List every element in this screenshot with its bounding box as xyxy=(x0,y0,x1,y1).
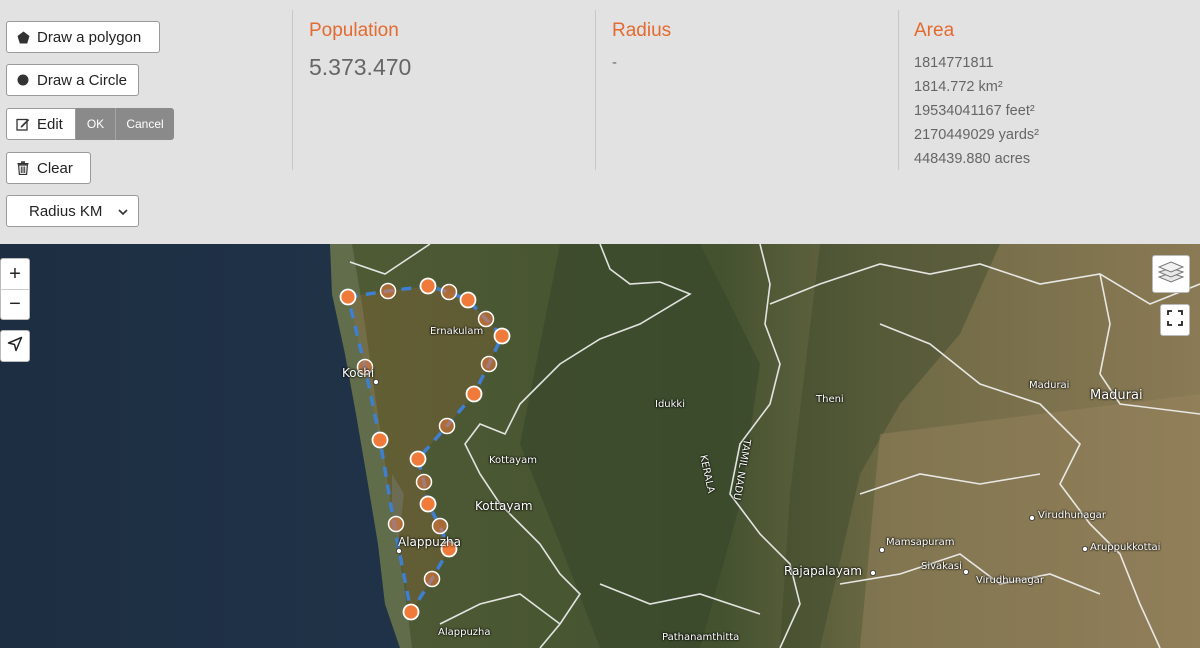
area-title: Area xyxy=(914,20,955,41)
layers-button[interactable] xyxy=(1152,255,1190,293)
drawn-polygon[interactable] xyxy=(0,244,1200,648)
population-title: Population xyxy=(309,20,399,41)
fullscreen-icon xyxy=(1167,309,1183,331)
map-label-mamsapuram: Mamsapuram xyxy=(886,537,955,548)
radius-value: - xyxy=(612,54,617,71)
radius-title: Radius xyxy=(612,20,672,41)
draw-polygon-button[interactable]: Draw a polygon xyxy=(6,21,160,53)
map-label-aruppukkottai: Aruppukkottai xyxy=(1090,542,1161,553)
map-label-madurai-small: Madurai xyxy=(1029,380,1070,391)
vertex-handle[interactable] xyxy=(419,277,437,295)
vertex-handle[interactable] xyxy=(402,603,420,621)
edit-button[interactable]: Edit xyxy=(6,108,76,140)
map-label-kottayam-small: Kottayam xyxy=(489,455,537,466)
area-value-acres: 448439.880 acres xyxy=(914,151,1031,167)
midpoint-handle[interactable] xyxy=(438,417,456,435)
vertex-handle[interactable] xyxy=(465,385,483,403)
draw-circle-label: Draw a Circle xyxy=(37,71,128,89)
divider xyxy=(898,10,899,170)
map-label-alappuzha: Alappuzha xyxy=(398,535,461,549)
midpoint-handle[interactable] xyxy=(477,310,495,328)
area-value: 1814771811 xyxy=(914,55,994,71)
map-label-idukki: Idukki xyxy=(655,399,685,410)
vertex-handle[interactable] xyxy=(419,495,437,513)
midpoint-handle[interactable] xyxy=(480,355,498,373)
zoom-out-button[interactable]: − xyxy=(1,289,29,319)
edit-label: Edit xyxy=(37,115,63,133)
zoom-in-button[interactable]: + xyxy=(1,259,29,289)
location-arrow-icon xyxy=(7,336,23,357)
draw-polygon-label: Draw a polygon xyxy=(37,28,142,46)
edit-icon xyxy=(16,117,30,131)
layers-icon xyxy=(1157,260,1185,289)
vertex-handle[interactable] xyxy=(493,327,511,345)
trash-icon xyxy=(16,161,30,175)
fullscreen-button[interactable] xyxy=(1160,304,1190,336)
map-label-pathanamthitta: Pathanamthitta xyxy=(662,632,740,643)
area-value-yards2: 2170449029 yards² xyxy=(914,127,1039,143)
midpoint-handle[interactable] xyxy=(387,515,405,533)
map[interactable]: Ernakulam Kochi Idukki Theni Madurai Mad… xyxy=(0,244,1200,648)
locate-button[interactable] xyxy=(0,330,30,362)
map-label-rajapalayam: Rajapalayam xyxy=(784,564,862,578)
vertex-handle[interactable] xyxy=(371,431,389,449)
midpoint-handle[interactable] xyxy=(440,283,458,301)
divider xyxy=(292,10,293,170)
control-panel: Draw a polygon Draw a Circle Edit OK Can… xyxy=(0,0,1200,236)
zoom-control: + − xyxy=(0,258,30,320)
population-value: 5.373.470 xyxy=(309,54,412,80)
ok-button[interactable]: OK xyxy=(76,108,115,140)
area-values: 1814771811 1814.772 km² 19534041167 feet… xyxy=(914,51,1039,171)
circle-icon xyxy=(16,73,30,87)
map-label-sivakasi: Sivakasi xyxy=(921,561,962,572)
cancel-button[interactable]: Cancel xyxy=(115,108,174,140)
area-value-feet2: 19534041167 feet² xyxy=(914,103,1035,119)
midpoint-handle[interactable] xyxy=(423,570,441,588)
vertex-handle[interactable] xyxy=(339,288,357,306)
radius-unit-value: Radius KM xyxy=(29,202,103,220)
vertex-handle[interactable] xyxy=(409,450,427,468)
population-stat: Population 5.373.470 xyxy=(309,20,411,81)
vertex-handle[interactable] xyxy=(459,291,477,309)
map-label-alappuzha-small: Alappuzha xyxy=(438,627,491,638)
pentagon-icon xyxy=(16,30,30,44)
clear-button[interactable]: Clear xyxy=(6,152,91,184)
clear-label: Clear xyxy=(37,159,73,177)
radius-stat: Radius - xyxy=(612,20,671,71)
map-label-virudhunagar-2: Virudhunagar xyxy=(976,575,1044,586)
radius-unit-select[interactable]: Radius KM xyxy=(6,195,139,227)
midpoint-handle[interactable] xyxy=(379,282,397,300)
divider xyxy=(595,10,596,170)
map-label-kochi: Kochi xyxy=(342,366,375,380)
area-value-km2: 1814.772 km² xyxy=(914,79,1003,95)
map-label-theni: Theni xyxy=(816,394,844,405)
map-label-madurai: Madurai xyxy=(1090,388,1143,403)
midpoint-handle[interactable] xyxy=(415,473,433,491)
draw-circle-button[interactable]: Draw a Circle xyxy=(6,64,139,96)
chevron-down-icon xyxy=(117,205,129,222)
map-label-kottayam: Kottayam xyxy=(475,499,533,513)
map-label-ernakulam: Ernakulam xyxy=(430,326,484,337)
midpoint-handle[interactable] xyxy=(431,517,449,535)
area-stat: Area 1814771811 1814.772 km² 19534041167… xyxy=(914,20,1039,171)
map-label-virudhunagar: Virudhunagar xyxy=(1038,510,1106,521)
